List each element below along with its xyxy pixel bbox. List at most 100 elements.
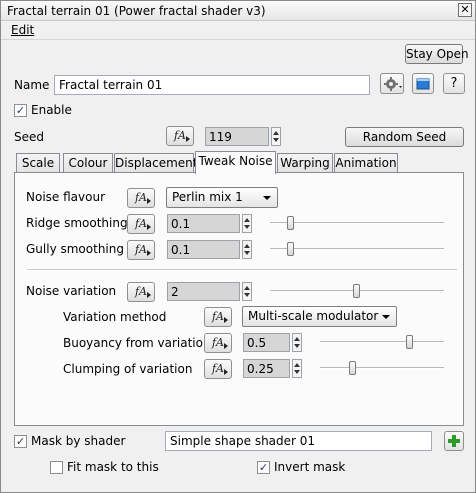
enable-label: Enable [31, 103, 72, 117]
slider-thumb[interactable] [349, 361, 356, 375]
variation-method-label: Variation method [63, 310, 167, 324]
buoyancy-slider[interactable] [320, 333, 444, 351]
gully-smoothing-slider[interactable] [270, 240, 444, 258]
seed-function-button[interactable]: fA [166, 126, 194, 146]
help-button[interactable]: ? [443, 73, 465, 94]
mask-by-shader-label: Mask by shader [31, 434, 126, 448]
clumping-slider[interactable] [320, 359, 444, 377]
preview-button[interactable] [412, 73, 434, 94]
slider-thumb[interactable] [406, 335, 413, 349]
spin-down-icon[interactable] [294, 370, 300, 374]
ridge-smoothing-function-button[interactable]: fA [127, 214, 155, 234]
buoyancy-spinner[interactable] [292, 333, 302, 352]
gully-smoothing-function-button[interactable]: fA [127, 240, 155, 260]
slider-thumb[interactable] [287, 216, 294, 230]
function-icon: fA [211, 362, 224, 375]
ridge-smoothing-slider[interactable] [270, 214, 444, 232]
noise-variation-spinner[interactable] [242, 282, 252, 301]
chevron-down-icon [382, 315, 390, 319]
arrow-right-icon [224, 343, 228, 349]
plus-icon [448, 435, 460, 447]
window-preview-icon [416, 78, 430, 90]
tab-tweak-noise[interactable]: Tweak Noise [195, 151, 276, 174]
function-icon: fA [134, 191, 147, 204]
function-icon: fA [173, 129, 186, 142]
buoyancy-field[interactable]: 0.5 [243, 333, 290, 352]
spin-up-icon[interactable] [294, 363, 300, 367]
seed-spinner[interactable] [271, 127, 281, 146]
gully-smoothing-spinner[interactable] [242, 240, 252, 259]
noise-variation-slider[interactable] [270, 282, 444, 300]
noise-flavour-function-button[interactable]: fA [127, 188, 155, 208]
ridge-smoothing-label: Ridge smoothing [26, 216, 128, 230]
noise-variation-field[interactable]: 2 [167, 282, 240, 301]
clumping-function-button[interactable]: fA [204, 359, 232, 379]
spin-up-icon[interactable] [244, 218, 250, 222]
spin-up-icon[interactable] [273, 131, 279, 135]
buoyancy-label: Buoyancy from variation [63, 336, 211, 350]
slider-thumb[interactable] [353, 284, 360, 298]
slider-track [270, 248, 444, 250]
random-seed-button[interactable]: Random Seed [345, 127, 464, 147]
function-icon: fA [211, 336, 224, 349]
menu-edit[interactable]: Edit [11, 23, 34, 37]
function-icon: fA [134, 285, 147, 298]
arrow-right-icon [147, 250, 151, 256]
spin-down-icon[interactable] [244, 251, 250, 255]
shader-window: Fractal terrain 01 (Power fractal shader… [0, 0, 476, 493]
clumping-spinner[interactable] [292, 359, 302, 378]
arrow-right-icon [147, 198, 151, 204]
invert-mask-checkbox[interactable]: ✓ [257, 461, 270, 474]
arrow-right-icon [147, 292, 151, 298]
spin-down-icon[interactable] [273, 138, 279, 142]
spin-up-icon[interactable] [244, 286, 250, 290]
seed-label: Seed [14, 130, 44, 144]
fit-mask-checkbox[interactable] [50, 461, 63, 474]
clumping-field[interactable]: 0.25 [243, 359, 290, 378]
fit-mask-label: Fit mask to this [67, 460, 159, 474]
tab-colour[interactable]: Colour [63, 153, 113, 173]
variation-method-function-button[interactable]: fA [204, 307, 232, 327]
spin-down-icon[interactable] [244, 293, 250, 297]
noise-flavour-label: Noise flavour [26, 190, 105, 204]
buoyancy-function-button[interactable]: fA [204, 333, 232, 353]
tab-animation[interactable]: Animation [334, 153, 398, 173]
function-icon: fA [211, 310, 224, 323]
noise-flavour-select[interactable]: Perlin mix 1 [166, 187, 278, 208]
name-field[interactable]: Fractal terrain 01 [54, 75, 370, 95]
ridge-smoothing-spinner[interactable] [242, 214, 252, 233]
enable-checkbox[interactable]: ✓ [14, 104, 27, 117]
gully-smoothing-field[interactable]: 0.1 [167, 240, 240, 259]
mask-by-shader-checkbox[interactable]: ✓ [14, 435, 27, 448]
function-icon: fA [134, 243, 147, 256]
spin-down-icon[interactable] [294, 344, 300, 348]
invert-mask-label: Invert mask [274, 460, 346, 474]
slider-thumb[interactable] [287, 242, 294, 256]
arrow-right-icon [147, 224, 151, 230]
chevron-down-icon [263, 196, 271, 200]
title-bar[interactable]: Fractal terrain 01 (Power fractal shader… [1, 1, 475, 21]
tab-warping[interactable]: Warping [277, 153, 333, 173]
function-icon: fA [134, 217, 147, 230]
noise-variation-label: Noise variation [26, 284, 117, 298]
spin-down-icon[interactable] [244, 225, 250, 229]
tab-displacement[interactable]: Displacement [114, 153, 198, 173]
close-button[interactable]: ✕ [458, 3, 472, 17]
ridge-smoothing-field[interactable]: 0.1 [167, 214, 240, 233]
section-divider [27, 269, 457, 271]
noise-variation-function-button[interactable]: fA [127, 282, 155, 302]
variation-method-select[interactable]: Multi-scale modulator [242, 306, 397, 327]
spin-up-icon[interactable] [294, 337, 300, 341]
spin-up-icon[interactable] [244, 244, 250, 248]
settings-menu-button[interactable] [380, 73, 404, 94]
add-mask-shader-button[interactable] [444, 431, 464, 451]
arrow-right-icon [224, 317, 228, 323]
tab-scale[interactable]: Scale [16, 153, 60, 173]
stay-open-button[interactable]: Stay Open [405, 44, 469, 64]
menu-bar: Edit [1, 21, 475, 40]
mask-shader-field[interactable]: Simple shape shader 01 [165, 431, 432, 451]
arrow-right-icon [224, 369, 228, 375]
seed-field[interactable]: 119 [205, 127, 269, 146]
slider-track [320, 367, 444, 369]
slider-track [270, 222, 444, 224]
